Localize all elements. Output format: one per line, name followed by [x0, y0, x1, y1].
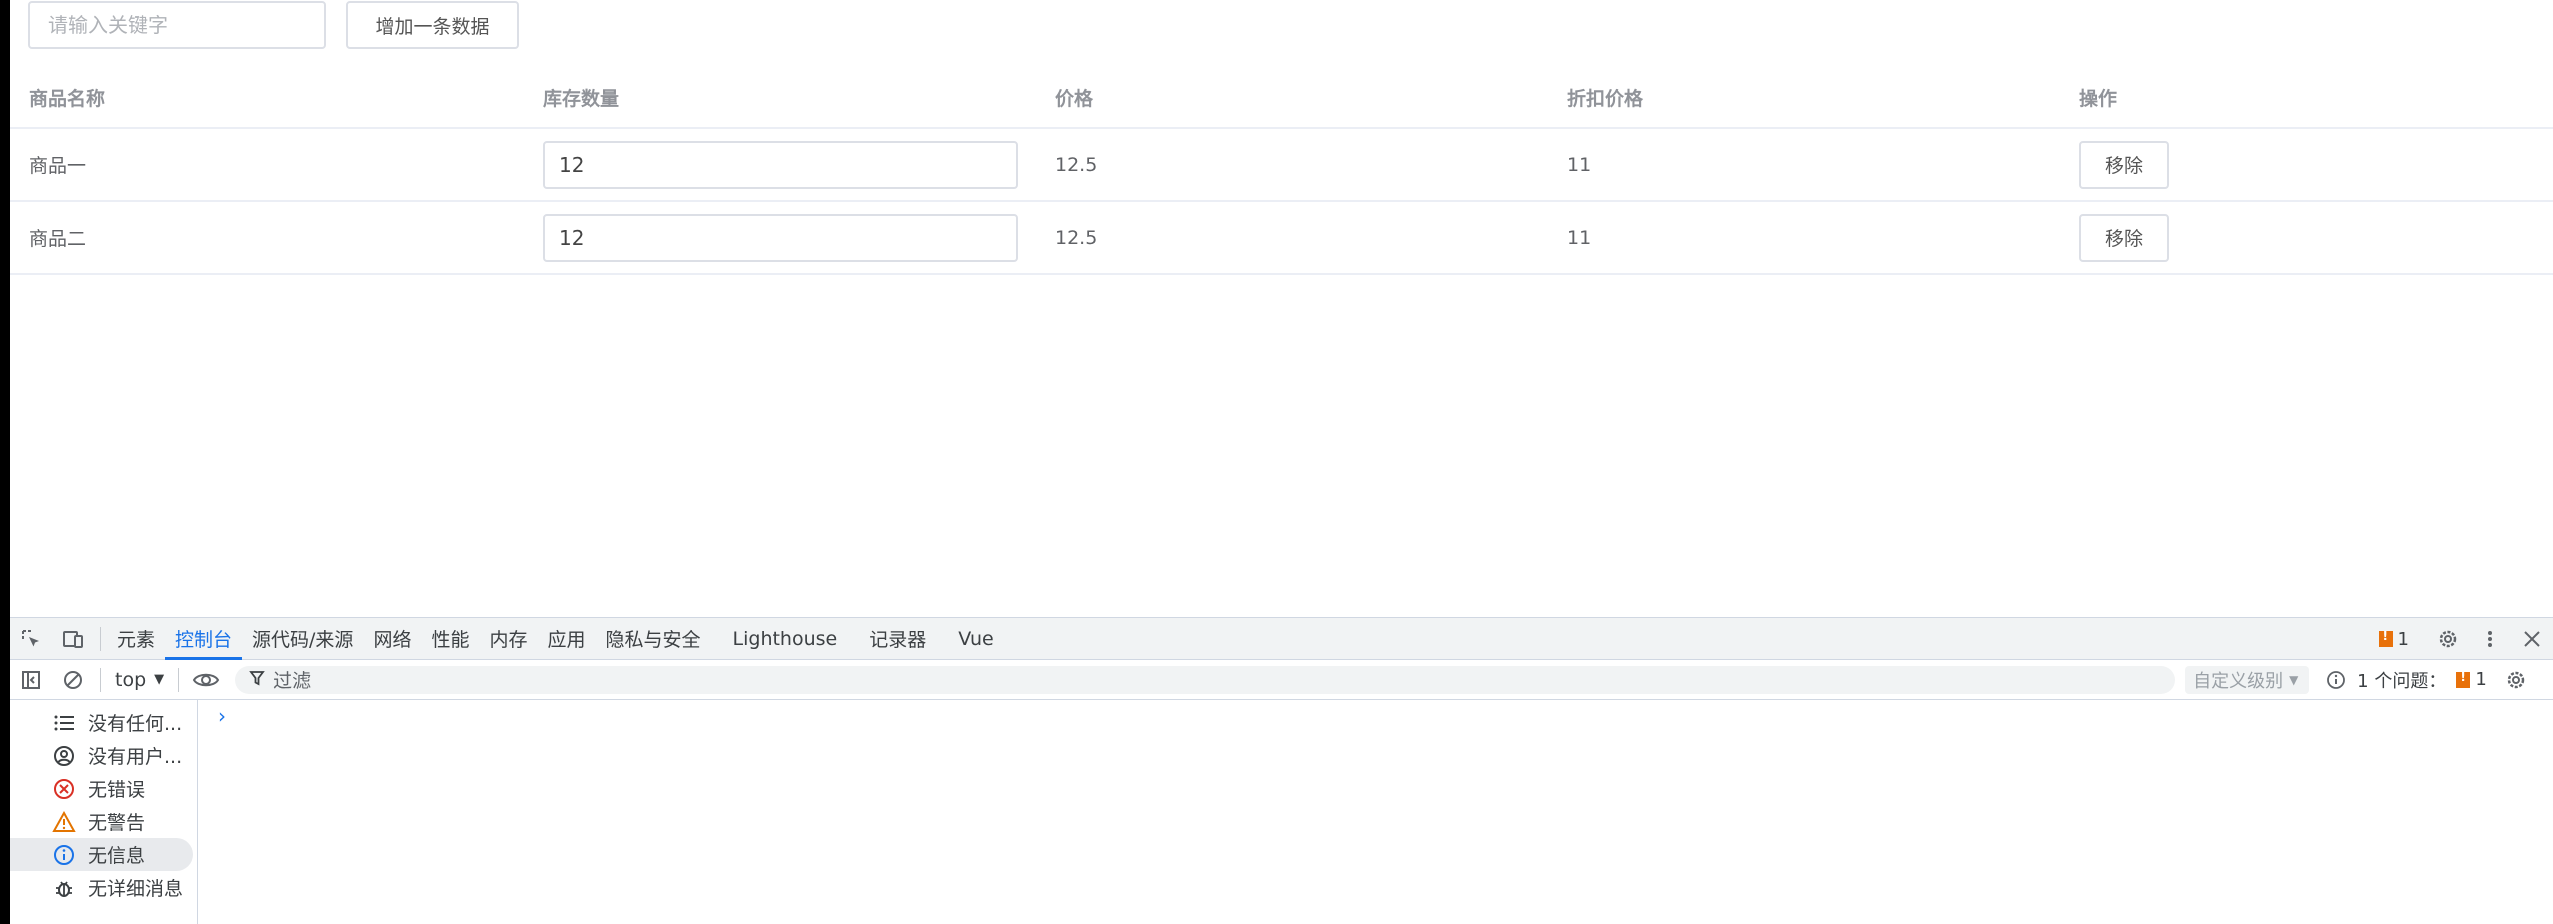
issue-flag-icon	[2378, 629, 2393, 647]
tab-sources[interactable]: 源代码/来源	[242, 618, 363, 660]
context-selector[interactable]: top ▼	[107, 669, 172, 691]
tab-performance[interactable]: 性能	[421, 618, 479, 660]
error-icon	[50, 775, 78, 803]
price-cell: 12.5	[1036, 128, 1548, 202]
discount-price-cell: 11	[1548, 201, 2060, 275]
stock-cell	[524, 128, 1036, 202]
clear-console-icon[interactable]	[52, 659, 94, 701]
info-icon	[50, 841, 78, 869]
sidebar-item-label: 无错误	[88, 779, 146, 801]
console-settings-gear-icon[interactable]	[2495, 659, 2537, 701]
chevron-down-icon: ▼	[2289, 672, 2299, 687]
divider	[100, 626, 101, 651]
add-row-button[interactable]: 增加一条数据	[346, 1, 519, 49]
filter-placeholder: 过滤	[273, 670, 312, 692]
bug-icon	[50, 874, 78, 902]
device-toggle-icon[interactable]	[52, 618, 94, 660]
tab-vue[interactable]: Vue	[936, 618, 1015, 660]
sidebar-item-user-messages[interactable]: 没有用户...	[10, 739, 193, 772]
product-name-cell: 商品一	[10, 128, 524, 202]
console-sidebar: 没有任何... 没有用户... 无错误 无警告 无信息 无详细消息	[10, 700, 198, 924]
warning-icon	[50, 808, 78, 836]
log-level-select[interactable]: 自定义级别 ▼	[2185, 665, 2310, 694]
sidebar-item-label: 没有用户...	[88, 746, 183, 768]
list-icon	[50, 709, 78, 737]
remove-button[interactable]: 移除	[2079, 213, 2169, 262]
live-expression-eye-icon[interactable]	[185, 659, 227, 701]
console-output[interactable]: ›	[198, 700, 2553, 924]
tab-network[interactable]: 网络	[363, 618, 421, 660]
divider	[178, 667, 180, 692]
devtools-tabbar-right: 1	[2378, 618, 2553, 660]
inspect-element-icon[interactable]	[10, 618, 52, 660]
stock-cell	[524, 201, 1036, 275]
tab-lighthouse[interactable]: Lighthouse	[711, 618, 860, 660]
tab-elements[interactable]: 元素	[107, 618, 165, 660]
tab-memory[interactable]: 内存	[479, 618, 537, 660]
sidebar-item-info[interactable]: 无信息	[10, 838, 193, 871]
keyword-search-input[interactable]	[28, 1, 326, 49]
stock-input[interactable]	[543, 213, 1018, 262]
actions-cell: 移除	[2060, 128, 2553, 202]
more-options-icon[interactable]	[2469, 618, 2511, 660]
sidebar-item-label: 无详细消息	[88, 878, 184, 900]
filter-funnel-icon	[249, 669, 265, 691]
devtools-panel: 元素 控制台 源代码/来源 网络 性能 内存 应用 隐私与安全 Lighthou…	[10, 617, 2553, 924]
header-discount-price: 折扣价格	[1548, 68, 2060, 129]
sidebar-toggle-icon[interactable]	[10, 659, 52, 701]
price-cell: 12.5	[1036, 201, 1548, 275]
product-name-cell: 商品二	[10, 201, 524, 275]
tab-privacy-security[interactable]: 隐私与安全	[596, 618, 711, 660]
close-devtools-icon[interactable]	[2511, 618, 2553, 660]
web-page: 增加一条数据 商品名称 库存数量 价格 折扣价格 操作 商品一 12.5 11 …	[10, 0, 2553, 617]
sidebar-item-label: 无信息	[88, 845, 146, 867]
issues-badge-count: 1	[2397, 628, 2409, 650]
table-row: 商品一 12.5 11 移除	[10, 128, 2553, 202]
info-circle-icon[interactable]	[2315, 659, 2357, 701]
header-actions: 操作	[2060, 68, 2553, 129]
remove-button[interactable]: 移除	[2079, 140, 2169, 189]
header-stock: 库存数量	[524, 68, 1036, 129]
page-toolbar: 增加一条数据	[28, 1, 519, 49]
header-product-name: 商品名称	[10, 68, 524, 129]
settings-gear-icon[interactable]	[2427, 618, 2469, 660]
sidebar-item-label: 没有任何...	[88, 713, 183, 735]
console-filter-input[interactable]: 过滤	[235, 665, 2176, 694]
tab-console[interactable]: 控制台	[165, 618, 243, 660]
sidebar-item-errors[interactable]: 无错误	[10, 772, 193, 805]
sidebar-item-verbose[interactable]: 无详细消息	[10, 871, 193, 904]
issues-count: 1	[2475, 669, 2487, 690]
console-prompt-chevron-icon: ›	[218, 704, 226, 728]
issues-label: 1 个问题：	[2357, 670, 2447, 692]
issue-flag-icon	[2456, 670, 2471, 688]
table-row: 商品二 12.5 11 移除	[10, 201, 2553, 275]
devtools-tab-bar: 元素 控制台 源代码/来源 网络 性能 内存 应用 隐私与安全 Lighthou…	[10, 618, 2553, 660]
console-filter-bar: top ▼ 过滤 自定义级别 ▼ 1 个问题： 1	[10, 660, 2553, 700]
log-level-label: 自定义级别	[2193, 670, 2284, 692]
table-header-row: 商品名称 库存数量 价格 折扣价格 操作	[10, 68, 2553, 129]
header-price: 价格	[1036, 68, 1548, 129]
issues-counter[interactable]: 1 个问题： 1	[2357, 667, 2487, 693]
tab-application[interactable]: 应用	[537, 618, 595, 660]
user-icon	[50, 742, 78, 770]
context-label: top	[115, 668, 147, 691]
discount-price-cell: 11	[1548, 128, 2060, 202]
stock-input[interactable]	[543, 140, 1018, 189]
chevron-down-icon: ▼	[154, 672, 165, 687]
goods-table: 商品名称 库存数量 价格 折扣价格 操作 商品一 12.5 11 移除 商品二 …	[10, 68, 2553, 275]
left-window-edge	[0, 0, 10, 924]
actions-cell: 移除	[2060, 201, 2553, 275]
tab-recorder[interactable]: 记录器	[859, 618, 936, 660]
sidebar-item-label: 无警告	[88, 812, 146, 834]
sidebar-item-messages[interactable]: 没有任何...	[10, 706, 193, 739]
divider	[100, 667, 101, 692]
sidebar-item-warnings[interactable]: 无警告	[10, 805, 193, 838]
issues-badge[interactable]: 1	[2378, 628, 2409, 650]
